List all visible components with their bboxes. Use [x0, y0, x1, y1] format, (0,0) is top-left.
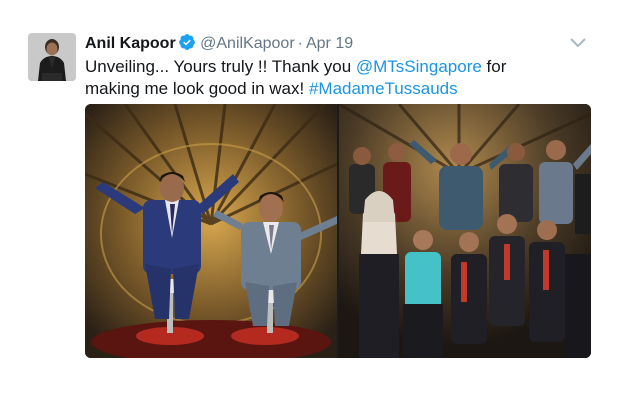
photo-wax-figures[interactable]	[85, 104, 337, 358]
tweet-header: Anil Kapoor @AnilKapoor · Apr 19	[85, 33, 353, 55]
tweet-text-part1: Unveiling... Yours truly !! Thank you	[85, 57, 356, 76]
tweet-text: Unveiling... Yours truly !! Thank you @M…	[85, 56, 555, 100]
handle[interactable]: @AnilKapoor	[200, 35, 295, 52]
separator-dot: ·	[297, 35, 303, 52]
mention-link[interactable]: @MTsSingapore	[356, 57, 482, 76]
timestamp-link[interactable]: Apr 19	[306, 35, 353, 52]
tweet-card: Anil Kapoor @AnilKapoor · Apr 19 Unveiling…	[0, 0, 620, 400]
chevron-down-icon[interactable]	[570, 35, 586, 53]
avatar[interactable]	[28, 33, 76, 81]
display-name[interactable]: Anil Kapoor	[85, 35, 176, 52]
photo-group-celebration[interactable]	[339, 104, 591, 358]
verified-badge-icon	[178, 33, 196, 57]
hashtag-link[interactable]: #MadameTussauds	[309, 79, 458, 98]
tweet-media	[85, 104, 591, 358]
